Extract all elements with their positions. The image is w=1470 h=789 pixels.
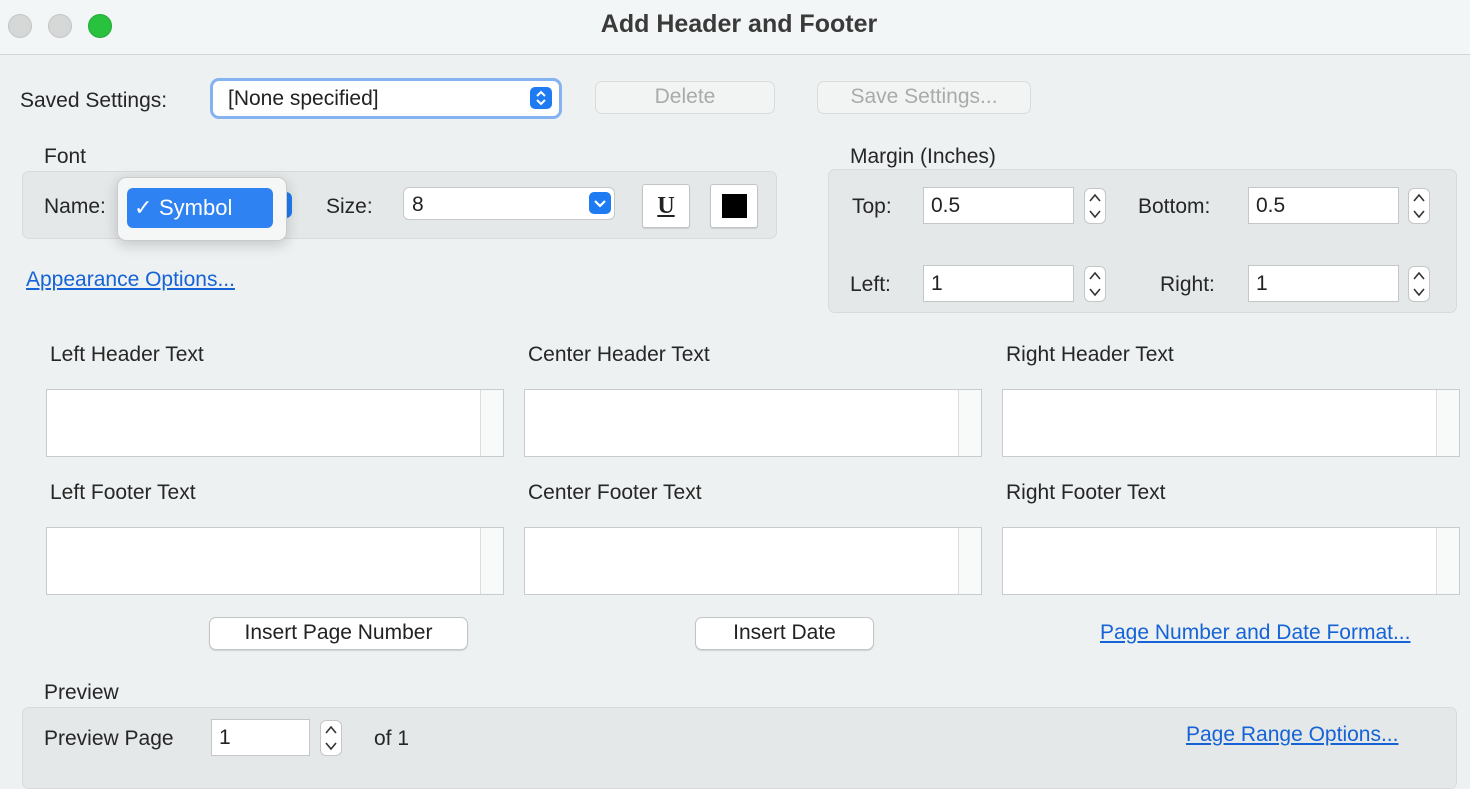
underline-icon: U <box>657 193 675 219</box>
scrollbar[interactable] <box>958 528 981 594</box>
font-name-popup: ✓ Symbol <box>117 177 287 241</box>
scrollbar[interactable] <box>958 390 981 456</box>
left-header-textarea[interactable] <box>46 389 504 457</box>
margin-left-label: Left: <box>850 273 891 296</box>
color-swatch <box>722 194 747 218</box>
center-footer-textarea[interactable] <box>524 527 982 595</box>
margin-top-value: 0.5 <box>931 194 961 217</box>
font-size-select[interactable]: 8 <box>403 187 615 220</box>
left-footer-label: Left Footer Text <box>50 481 196 504</box>
margin-top-stepper[interactable] <box>1084 188 1106 224</box>
page-range-options-link[interactable]: Page Range Options... <box>1186 723 1398 747</box>
font-menu-item-label: Symbol <box>159 195 233 220</box>
delete-button[interactable]: Delete <box>595 81 775 114</box>
left-footer-textarea[interactable] <box>46 527 504 595</box>
underline-button[interactable]: U <box>642 184 690 228</box>
font-color-button[interactable] <box>710 184 758 228</box>
checkmark-icon: ✓ <box>134 195 153 220</box>
margin-right-field[interactable]: 1 <box>1248 265 1399 302</box>
saved-settings-label: Saved Settings: <box>20 89 168 112</box>
saved-settings-select[interactable]: [None specified] <box>210 78 562 119</box>
page-count-label: of 1 <box>374 727 410 750</box>
saved-settings-value: [None specified] <box>228 87 379 110</box>
title-bar: Add Header and Footer <box>0 0 1470 55</box>
right-footer-label: Right Footer Text <box>1006 481 1166 504</box>
font-group-label: Font <box>44 145 87 168</box>
margin-group-label: Margin (Inches) <box>850 145 996 168</box>
margin-left-field[interactable]: 1 <box>923 265 1074 302</box>
save-settings-button[interactable]: Save Settings... <box>817 81 1031 114</box>
margin-bottom-stepper[interactable] <box>1408 188 1430 224</box>
right-footer-textarea[interactable] <box>1002 527 1460 595</box>
font-size-label: Size: <box>326 195 373 218</box>
scrollbar[interactable] <box>480 390 503 456</box>
center-header-textarea[interactable] <box>524 389 982 457</box>
center-header-label: Center Header Text <box>528 343 710 366</box>
insert-page-number-button[interactable]: Insert Page Number <box>209 617 468 650</box>
margin-right-value: 1 <box>1256 272 1268 295</box>
preview-page-field[interactable]: 1 <box>211 719 310 756</box>
select-arrows-icon <box>530 87 552 109</box>
scrollbar[interactable] <box>1436 528 1459 594</box>
margin-left-stepper[interactable] <box>1084 266 1106 302</box>
chevron-down-icon <box>589 192 611 214</box>
preview-page-stepper[interactable] <box>320 720 342 756</box>
right-header-textarea[interactable] <box>1002 389 1460 457</box>
page-number-date-format-link[interactable]: Page Number and Date Format... <box>1100 621 1410 645</box>
margin-bottom-label: Bottom: <box>1138 195 1211 218</box>
margin-top-field[interactable]: 0.5 <box>923 187 1074 224</box>
right-header-label: Right Header Text <box>1006 343 1174 366</box>
insert-date-button[interactable]: Insert Date <box>695 617 874 650</box>
margin-top-label: Top: <box>852 195 892 218</box>
margin-left-value: 1 <box>931 272 943 295</box>
preview-group-label: Preview <box>44 681 119 704</box>
window-title: Add Header and Footer <box>600 10 878 38</box>
font-menu-item-symbol[interactable]: ✓ Symbol <box>127 188 273 228</box>
preview-page-value: 1 <box>219 726 231 749</box>
margin-bottom-field[interactable]: 0.5 <box>1248 187 1399 224</box>
scrollbar[interactable] <box>1436 390 1459 456</box>
preview-page-label: Preview Page <box>44 727 174 750</box>
scrollbar[interactable] <box>480 528 503 594</box>
margin-bottom-value: 0.5 <box>1256 194 1286 217</box>
margin-right-label: Right: <box>1160 273 1215 296</box>
center-footer-label: Center Footer Text <box>528 481 702 504</box>
font-size-value: 8 <box>412 193 424 216</box>
margin-right-stepper[interactable] <box>1408 266 1430 302</box>
left-header-label: Left Header Text <box>50 343 204 366</box>
appearance-options-link[interactable]: Appearance Options... <box>26 268 235 292</box>
font-name-label: Name: <box>44 195 106 218</box>
